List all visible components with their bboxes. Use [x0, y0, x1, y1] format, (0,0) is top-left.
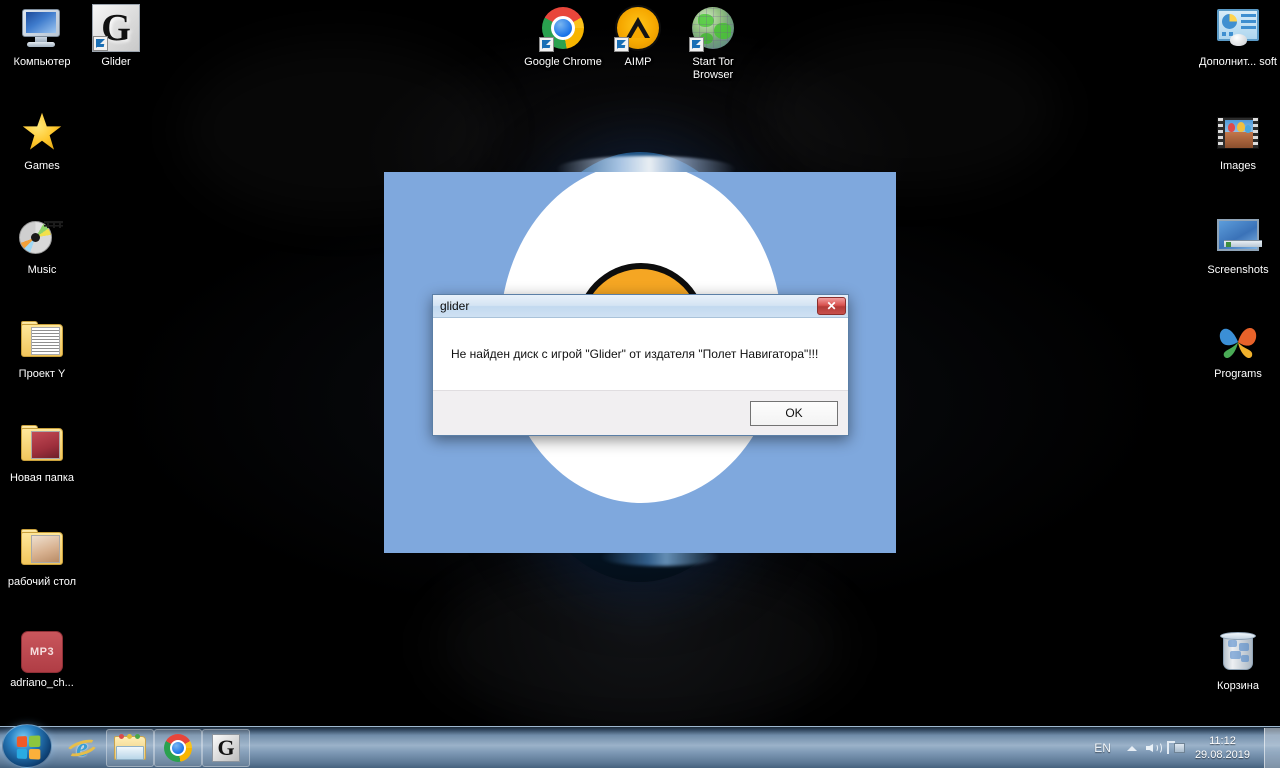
recycle-bin-icon [1214, 628, 1262, 676]
desktop-icon-label: Images [1219, 160, 1257, 172]
volume-button[interactable] [1143, 727, 1165, 768]
screenshots-folder-icon [1214, 212, 1262, 260]
shortcut-arrow-icon [93, 36, 108, 51]
tor-browser-icon [689, 4, 737, 52]
desktop-icon-recycle-bin[interactable]: Корзина [1196, 628, 1280, 693]
taskbar-windows-explorer[interactable] [106, 729, 154, 767]
taskbar-google-chrome[interactable] [154, 729, 202, 767]
desktop-icon-images[interactable]: Images [1196, 108, 1280, 173]
clock-time: 11:12 [1209, 735, 1236, 747]
windows-logo-icon [16, 735, 41, 760]
desktop-icon-label: Glider [101, 56, 131, 68]
desktop-icon-programs[interactable]: Programs [1196, 316, 1280, 381]
desktop-icon-label: рабочий стол [7, 576, 77, 588]
chrome-icon [539, 4, 587, 52]
dialog-message: Не найден диск с игрой "Glider" от издат… [451, 347, 819, 361]
chevron-up-icon [1126, 745, 1137, 751]
shortcut-arrow-icon [539, 37, 554, 52]
desktop-icon-label: adriano_ch... [10, 677, 74, 689]
taskbar-glider[interactable]: G [202, 729, 250, 767]
dialog-title: glider [440, 299, 470, 313]
glider-app-icon: G [92, 4, 140, 52]
music-folder-icon [18, 212, 66, 260]
folder-explorer-icon [114, 734, 146, 762]
network-button[interactable] [1165, 727, 1187, 768]
desktop[interactable]: Компьютер G Glider Games Music Проект Y … [0, 0, 1280, 768]
glider-error-dialog[interactable]: glider ✕ Не найден диск с игрой "Glider"… [432, 294, 849, 436]
clock-date: 29.08.2019 [1194, 749, 1250, 761]
speaker-icon [1145, 741, 1162, 755]
desktop-icon-label: Проект Y [18, 368, 66, 380]
desktop-icon-label: Screenshots [1207, 264, 1269, 276]
music-note-icon [44, 221, 63, 228]
internet-explorer-icon: e [64, 733, 100, 763]
desktop-icon-adriano-mp3[interactable]: MP3 adriano_ch... [0, 628, 84, 690]
computer-icon [18, 4, 66, 52]
desktop-icon-rabochiy-stol[interactable]: рабочий стол [0, 524, 84, 589]
language-indicator[interactable]: EN [1084, 741, 1121, 755]
dialog-body: Не найден диск с игрой "Glider" от издат… [433, 318, 848, 390]
programs-folder-icon [1214, 316, 1262, 364]
aimp-icon [614, 4, 662, 52]
desktop-icon-glider[interactable]: G Glider [74, 4, 158, 69]
desktop-icon-label: Games [24, 160, 60, 172]
desktop-icon-start-tor-browser[interactable]: Start Tor Browser [671, 4, 755, 82]
desktop-icon-label: Music [27, 264, 57, 276]
desktop-icon-label: Компьютер [13, 56, 71, 68]
star-folder-icon [18, 108, 66, 156]
folder-icon [18, 316, 66, 364]
dialog-footer: OK [433, 390, 848, 435]
mp3-file-icon: MP3 [21, 631, 63, 673]
taskbar[interactable]: e G EN 11:12 29.08.2019 [0, 724, 1280, 768]
desktop-icon-games[interactable]: Games [0, 108, 84, 173]
desktop-icon-computer[interactable]: Компьютер [0, 4, 84, 69]
desktop-icon-label: Google Chrome [524, 56, 602, 68]
start-button[interactable] [2, 724, 52, 768]
chrome-icon [164, 734, 192, 762]
desktop-icon-label: Дополнит... soft [1199, 56, 1277, 68]
taskbar-internet-explorer[interactable]: e [58, 729, 106, 767]
show-desktop-button[interactable] [1264, 728, 1280, 768]
folder-icon [18, 420, 66, 468]
desktop-icon-aimp[interactable]: AIMP [596, 4, 680, 69]
shortcut-arrow-icon [614, 37, 629, 52]
desktop-icon-label: Новая папка [9, 472, 75, 484]
system-tray[interactable]: EN 11:12 29.08.2019 [1084, 727, 1280, 768]
additional-soft-icon [1214, 4, 1262, 52]
dialog-titlebar[interactable]: glider ✕ [433, 295, 848, 318]
glider-app-icon: G [212, 734, 240, 762]
folder-icon [18, 524, 66, 572]
desktop-icon-label: AIMP [624, 56, 652, 68]
desktop-icon-screenshots[interactable]: Screenshots [1196, 212, 1280, 277]
desktop-icon-music[interactable]: Music [0, 212, 84, 277]
desktop-icon-proekt-y[interactable]: Проект Y [0, 316, 84, 381]
show-hidden-icons-button[interactable] [1121, 727, 1143, 768]
desktop-icon-label: Start Tor Browser [692, 56, 734, 81]
desktop-icon-label: Корзина [1217, 680, 1259, 692]
desktop-icon-novaya-papka[interactable]: Новая папка [0, 420, 84, 485]
network-icon [1166, 740, 1185, 756]
shortcut-arrow-icon [689, 37, 704, 52]
images-folder-icon [1214, 108, 1262, 156]
desktop-icon-google-chrome[interactable]: Google Chrome [521, 4, 605, 69]
butterfly-icon [1219, 328, 1257, 359]
desktop-icon-dopolnitelniy-soft[interactable]: Дополнит... soft [1196, 4, 1280, 69]
clock[interactable]: 11:12 29.08.2019 [1187, 734, 1262, 762]
close-icon[interactable]: ✕ [817, 297, 846, 315]
desktop-icon-label: Programs [1214, 368, 1262, 380]
ok-button[interactable]: OK [750, 400, 838, 426]
